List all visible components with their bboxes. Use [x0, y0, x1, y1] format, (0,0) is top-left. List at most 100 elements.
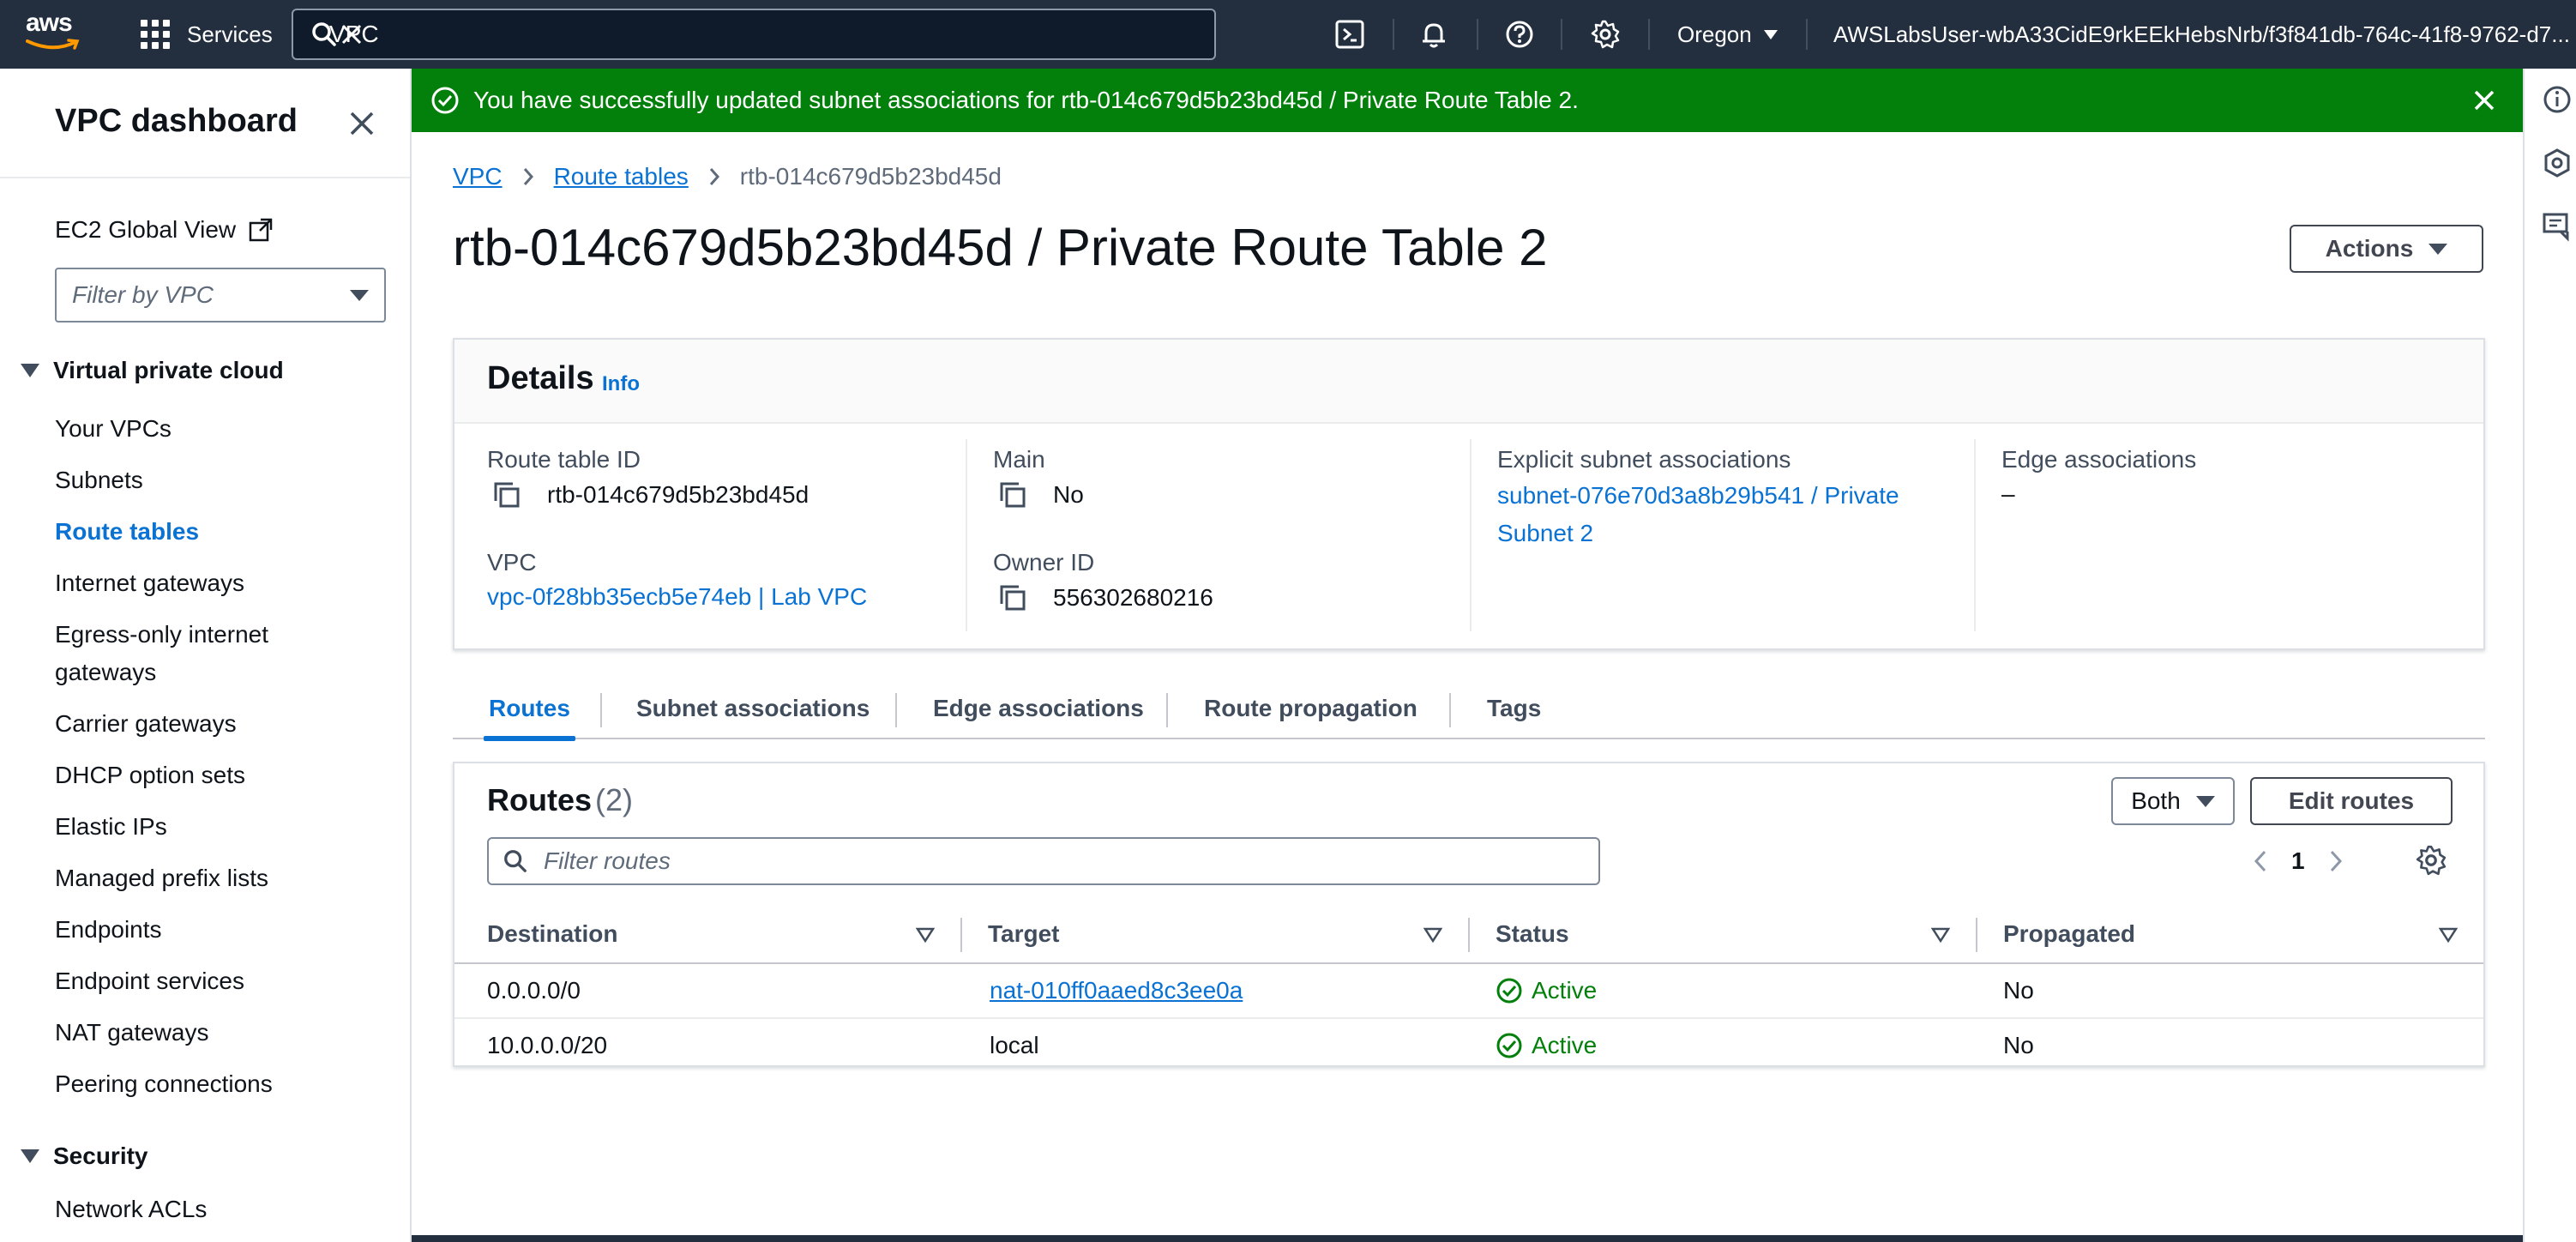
routes-table-panel: Routes (2) Both Edit routes Filter route… [453, 762, 2485, 1067]
aws-smile-icon [26, 39, 80, 50]
filter-by-vpc-placeholder: Filter by VPC [72, 281, 214, 308]
section-virtual-private-cloud[interactable]: Virtual private cloud [21, 357, 284, 384]
nat-gateway-link[interactable]: nat-010ff0aaed8c3ee0a [990, 977, 1243, 1004]
ec2-global-view-link[interactable]: EC2 Global View [55, 216, 274, 244]
sidebar-item-network-acls[interactable]: Network ACLs [55, 1191, 381, 1228]
sidebar-item-peering-connections[interactable]: Peering connections [55, 1065, 381, 1103]
copy-icon[interactable] [492, 480, 521, 509]
status-success-icon [1496, 1033, 1522, 1058]
dismiss-flash-icon[interactable] [2470, 86, 2499, 115]
route-table-id-text: rtb-014c679d5b23bd45d [547, 481, 810, 508]
global-search-bar[interactable]: VPC [292, 9, 1216, 60]
edge-associations-value: – [2001, 480, 2015, 507]
right-utility-rail [2523, 69, 2576, 1242]
cell-destination: 10.0.0.0/20 [487, 1032, 608, 1058]
feedback-icon[interactable] [2542, 211, 2573, 242]
details-title: Details [487, 360, 594, 396]
filter-routes-input[interactable]: Filter routes [487, 837, 1600, 885]
sort-icon[interactable] [1931, 926, 1950, 944]
external-link-icon [249, 218, 273, 242]
sidebar-item-subnets[interactable]: Subnets [55, 461, 381, 499]
aws-logo[interactable]: aws [26, 10, 91, 58]
breadcrumb-route-tables-link[interactable]: Route tables [554, 163, 689, 190]
status-success-icon [1496, 978, 1522, 1004]
page-number[interactable]: 1 [2291, 847, 2305, 875]
column-header-status[interactable]: Status [1496, 906, 1569, 962]
services-menu[interactable]: Services [141, 15, 273, 53]
tab-routes[interactable]: Routes [484, 678, 575, 741]
column-header-target[interactable]: Target [988, 906, 1060, 962]
cell-destination: 0.0.0.0/0 [487, 977, 581, 1004]
region-selector[interactable]: Oregon [1677, 17, 1778, 51]
tab-edge-associations[interactable]: Edge associations [933, 678, 1144, 739]
table-preferences-gear-icon[interactable] [2415, 844, 2447, 877]
caret-down-icon [21, 1149, 39, 1163]
sidebar-item-your-vpcs[interactable]: Your VPCs [55, 410, 381, 448]
explicit-subnet-link[interactable]: subnet-076e70d3a8b29b541 / Private Subne… [1497, 477, 1899, 552]
sort-icon[interactable] [2439, 926, 2458, 944]
section-security[interactable]: Security [21, 1143, 148, 1170]
table-header: Destination Target Status Propagated [454, 906, 2483, 964]
breadcrumb-vpc-link[interactable]: VPC [453, 163, 503, 190]
sidebar-item-carrier-gateways[interactable]: Carrier gateways [55, 705, 381, 743]
explore-icon[interactable] [2542, 148, 2573, 178]
sidebar-item-egress-only-internet-gateways[interactable]: Egress-only internet gateways [55, 616, 312, 691]
edit-routes-button[interactable]: Edit routes [2250, 777, 2453, 825]
search-input[interactable]: VPC [329, 21, 379, 48]
status-text: Active [1532, 1032, 1598, 1058]
column-header-propagated[interactable]: Propagated [2003, 906, 2135, 962]
chevron-left-icon[interactable] [2252, 848, 2269, 874]
sidebar-item-internet-gateways[interactable]: Internet gateways [55, 564, 381, 602]
info-panel-icon[interactable] [2542, 84, 2573, 115]
table-row: 10.0.0.0/20 local Active No [454, 1019, 2483, 1074]
aws-logo-text: aws [26, 9, 73, 37]
sidebar-item-dhcp-option-sets[interactable]: DHCP option sets [55, 757, 381, 794]
top-navigation: aws Services VPC Oregon AWSLabsUser-wbA3… [0, 0, 2576, 69]
main-text: No [1053, 481, 1084, 508]
vpc-link[interactable]: vpc-0f28bb35ecb5e74eb | Lab VPC [487, 578, 867, 616]
sidebar-item-route-tables[interactable]: Route tables [55, 513, 381, 551]
cell-status: Active [1496, 964, 1597, 1017]
sidebar-item-nat-gateways[interactable]: NAT gateways [55, 1014, 381, 1052]
close-sidebar-icon[interactable] [345, 106, 379, 141]
success-flash-banner: You have successfully updated subnet ass… [412, 69, 2523, 132]
chevron-right-icon[interactable] [2327, 848, 2344, 874]
routes-title: Routes [487, 782, 593, 817]
cell-target: nat-010ff0aaed8c3ee0a [990, 964, 1243, 1017]
chevron-down-icon [2195, 795, 2215, 807]
notifications-bell-icon[interactable] [1417, 17, 1451, 51]
cloudshell-icon[interactable] [1333, 17, 1367, 51]
account-menu[interactable]: AWSLabsUser-wbA33CidE9rkEEkHebsNrb/f3f84… [1833, 17, 2576, 51]
breadcrumb-current: rtb-014c679d5b23bd45d [739, 163, 1002, 190]
sidebar-item-elastic-ips[interactable]: Elastic IPs [55, 808, 381, 846]
details-info-link[interactable]: Info [602, 372, 640, 396]
actions-dropdown-button[interactable]: Actions [2290, 225, 2483, 273]
tab-route-propagation[interactable]: Route propagation [1204, 678, 1417, 739]
sort-icon[interactable] [916, 926, 935, 944]
settings-gear-icon[interactable] [1588, 17, 1622, 51]
details-header: Details Info [454, 340, 2483, 424]
services-grid-icon [141, 20, 170, 49]
tab-subnet-associations[interactable]: Subnet associations [636, 678, 870, 739]
edge-associations-label: Edge associations [2001, 446, 2197, 473]
cell-propagated: No [2003, 977, 2034, 1004]
copy-icon[interactable] [998, 480, 1027, 509]
route-table-tabs: Routes Subnet associations Edge associat… [453, 678, 2485, 741]
sidebar-item-endpoint-services[interactable]: Endpoint services [55, 962, 381, 1000]
help-icon[interactable] [1502, 17, 1537, 51]
copy-icon[interactable] [998, 583, 1027, 612]
filter-by-vpc-select[interactable]: Filter by VPC [55, 268, 386, 323]
sidebar-item-endpoints[interactable]: Endpoints [55, 911, 381, 949]
explicit-subnet-line1: subnet-076e70d3a8b29b541 / Private [1497, 482, 1899, 509]
region-label: Oregon [1677, 21, 1752, 47]
sort-icon[interactable] [1423, 926, 1442, 944]
column-header-destination[interactable]: Destination [487, 906, 617, 962]
account-user-label: AWSLabsUser-wbA33CidE9rkEEkHebsNrb/f3f84… [1833, 21, 2570, 47]
tab-tags[interactable]: Tags [1487, 678, 1541, 739]
route-filter-value: Both [2131, 787, 2181, 814]
route-filter-select[interactable]: Both [2111, 777, 2235, 825]
chevron-down-icon [1763, 29, 1778, 39]
table-row: 0.0.0.0/0 nat-010ff0aaed8c3ee0a Active N… [454, 964, 2483, 1019]
sidebar-item-managed-prefix-lists[interactable]: Managed prefix lists [55, 859, 381, 897]
services-label: Services [187, 21, 273, 47]
